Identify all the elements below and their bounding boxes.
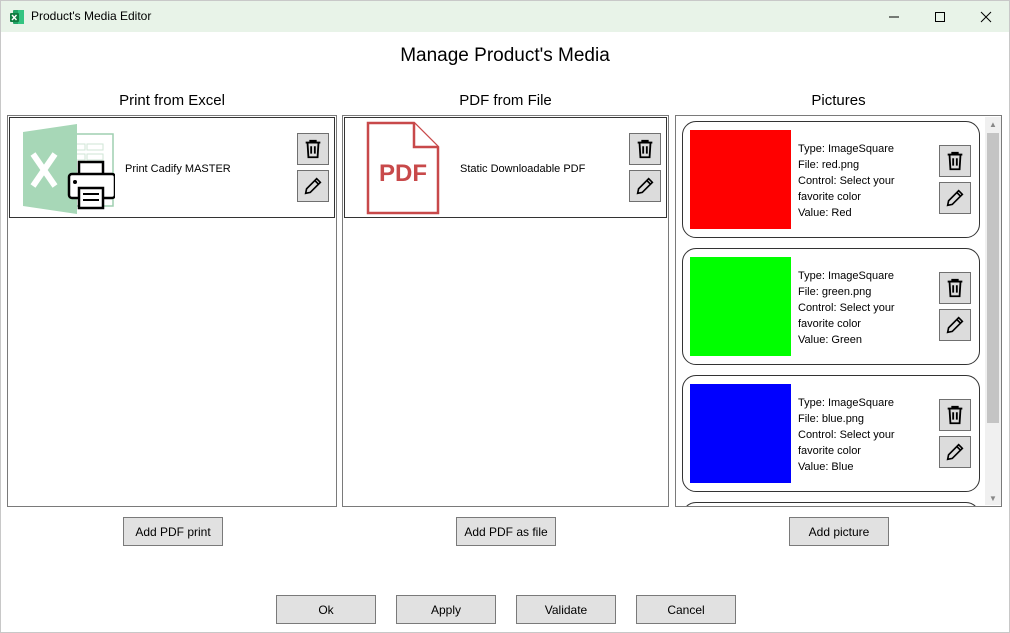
add-picture-button[interactable]: Add picture xyxy=(789,517,889,546)
pdf-file-list[interactable]: PDF Static Downloadable PDF xyxy=(342,115,669,507)
list-item[interactable]: PDF Static Downloadable PDF xyxy=(344,117,667,218)
pencil-icon xyxy=(636,177,654,195)
delete-picture-button[interactable] xyxy=(939,145,971,177)
trash-icon xyxy=(947,405,963,425)
picture-file: File: blue.png xyxy=(798,413,865,425)
pencil-icon xyxy=(946,189,964,207)
pencil-icon xyxy=(946,316,964,334)
excel-item-label: Print Cadify MASTER xyxy=(125,163,231,175)
pictures-column-title: Pictures xyxy=(811,92,866,109)
picture-type: Type: ImageSquare xyxy=(798,270,895,282)
pdf-icon-text: PDF xyxy=(379,160,427,187)
maximize-button[interactable] xyxy=(917,1,963,32)
picture-control: Control: Select your favorite color xyxy=(798,302,895,330)
apply-button[interactable]: Apply xyxy=(396,595,496,624)
delete-pdf-button[interactable] xyxy=(629,133,661,165)
picture-type: Type: ImageSquare xyxy=(798,397,895,409)
picture-control: Control: Select your favorite color xyxy=(798,175,895,203)
edit-picture-button[interactable] xyxy=(939,436,971,468)
edit-pdf-button[interactable] xyxy=(629,170,661,202)
picture-thumbnail xyxy=(690,130,791,229)
pdf-column-title: PDF from File xyxy=(459,92,552,109)
pdf-item-label: Static Downloadable PDF xyxy=(460,163,586,175)
media-editor-window: Product's Media Editor Manage Product's … xyxy=(0,0,1010,633)
picture-card-green[interactable]: Type: ImageSquare File: green.png Contro… xyxy=(682,248,980,365)
pencil-icon xyxy=(946,443,964,461)
pictures-list[interactable]: Type: ImageSquare File: red.png Control:… xyxy=(675,115,1002,507)
maximize-icon xyxy=(935,11,945,22)
delete-picture-button[interactable] xyxy=(939,272,971,304)
excel-print-list[interactable]: Print Cadify MASTER xyxy=(7,115,337,507)
delete-excel-button[interactable] xyxy=(297,133,329,165)
scroll-thumb[interactable] xyxy=(987,133,999,423)
picture-file: File: red.png xyxy=(798,159,860,171)
edit-excel-button[interactable] xyxy=(297,170,329,202)
scroll-down-icon[interactable]: ▼ xyxy=(985,491,1001,505)
picture-value: Value: Green xyxy=(798,334,863,346)
picture-value: Value: Blue xyxy=(798,461,854,473)
edit-picture-button[interactable] xyxy=(939,182,971,214)
scroll-up-icon[interactable]: ▲ xyxy=(985,117,1001,131)
picture-card-red[interactable]: Type: ImageSquare File: red.png Control:… xyxy=(682,121,980,238)
edit-picture-button[interactable] xyxy=(939,309,971,341)
trash-icon xyxy=(305,139,321,159)
trash-icon xyxy=(947,278,963,298)
add-pdf-file-button[interactable]: Add PDF as file xyxy=(456,517,556,546)
picture-value: Value: Red xyxy=(798,207,852,219)
minimize-icon xyxy=(889,16,899,17)
page-title: Manage Product's Media xyxy=(400,45,610,66)
excel-print-icon xyxy=(23,124,115,214)
close-button[interactable] xyxy=(963,1,1009,32)
picture-thumbnail xyxy=(690,257,791,356)
excel-column-title: Print from Excel xyxy=(119,92,225,109)
title-bar[interactable]: Product's Media Editor xyxy=(1,1,1009,32)
minimize-button[interactable] xyxy=(871,1,917,32)
trash-icon xyxy=(947,151,963,171)
picture-info: Type: ImageSquare File: green.png Contro… xyxy=(798,268,928,348)
delete-picture-button[interactable] xyxy=(939,399,971,431)
ok-button[interactable]: Ok xyxy=(276,595,376,624)
picture-info: Type: ImageSquare File: blue.png Control… xyxy=(798,395,928,475)
picture-file: File: green.png xyxy=(798,286,872,298)
picture-type: Type: ImageSquare xyxy=(798,143,895,155)
window-title: Product's Media Editor xyxy=(31,9,152,23)
picture-card-partial[interactable] xyxy=(682,502,980,506)
picture-thumbnail xyxy=(690,384,791,483)
picture-control: Control: Select your favorite color xyxy=(798,429,895,457)
picture-info: Type: ImageSquare File: red.png Control:… xyxy=(798,141,928,221)
picture-card-blue[interactable]: Type: ImageSquare File: blue.png Control… xyxy=(682,375,980,492)
cancel-button[interactable]: Cancel xyxy=(636,595,736,624)
trash-icon xyxy=(637,139,653,159)
close-icon xyxy=(980,11,992,22)
pdf-file-icon: PDF xyxy=(366,121,440,215)
validate-button[interactable]: Validate xyxy=(516,595,616,624)
add-pdf-print-button[interactable]: Add PDF print xyxy=(123,517,223,546)
pictures-scrollbar[interactable]: ▲ ▼ xyxy=(985,117,1001,505)
excel-icon xyxy=(10,10,24,24)
list-item[interactable]: Print Cadify MASTER xyxy=(9,117,335,218)
pencil-icon xyxy=(304,177,322,195)
